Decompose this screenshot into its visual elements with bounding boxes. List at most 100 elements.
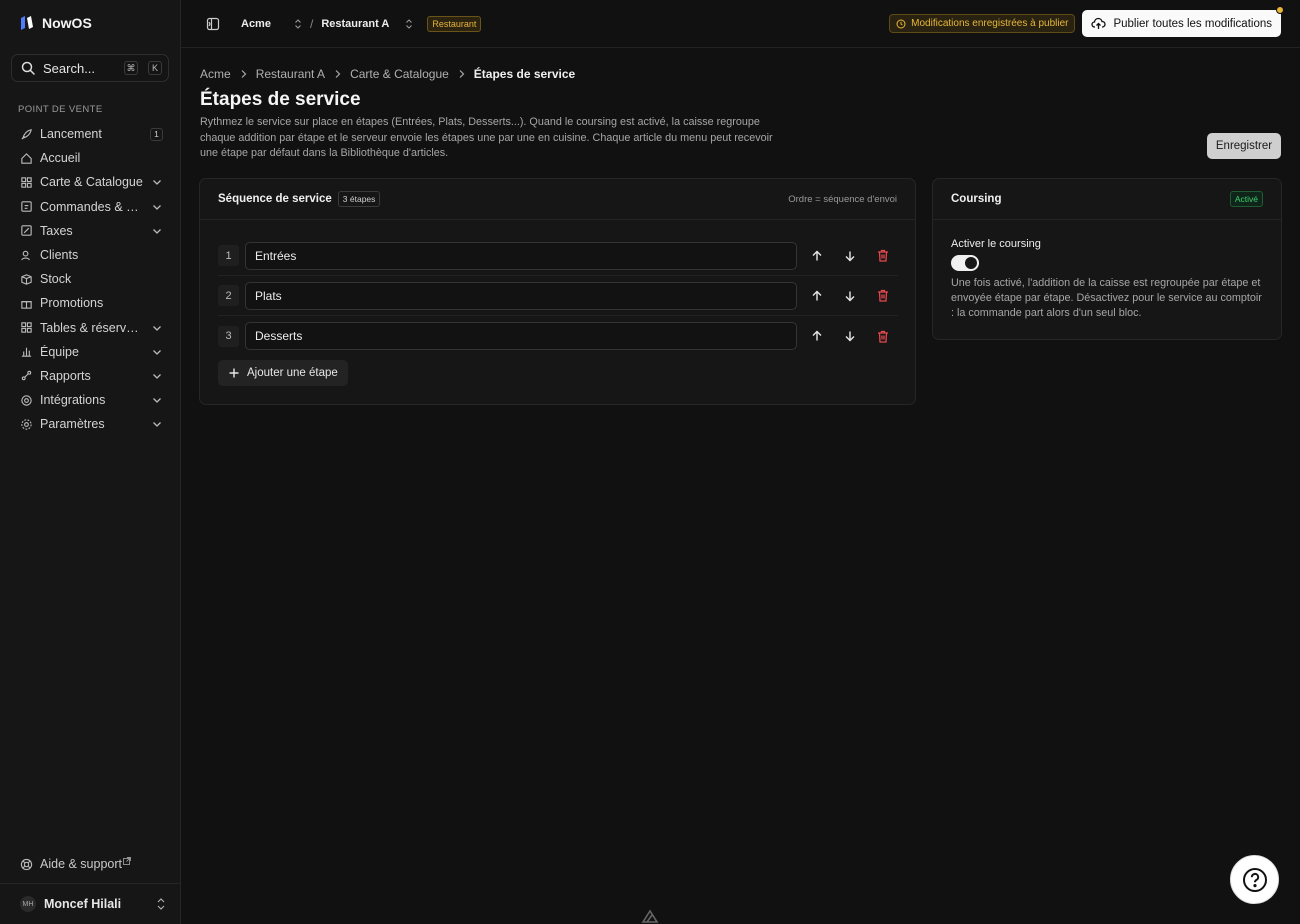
help-support-link[interactable]: Aide & support [20, 857, 131, 871]
stage-number: 1 [218, 245, 239, 266]
sidebar-item-promotions[interactable]: Promotions [13, 291, 169, 315]
sidebar-item-equipe[interactable]: Équipe [13, 340, 169, 364]
user-menu[interactable]: MH Moncef Hilali [0, 883, 180, 924]
stage-number: 2 [218, 285, 239, 306]
arrow-up-icon [811, 290, 823, 302]
location-switcher[interactable]: Restaurant A [321, 18, 413, 30]
breadcrumb-separator: / [309, 16, 314, 31]
unpublished-indicator [1276, 6, 1284, 14]
shortcut-mod-key: ⌘ [124, 61, 138, 75]
avatar: MH [20, 896, 36, 912]
table-grid-icon [20, 321, 33, 334]
delete-stage-button[interactable] [873, 246, 893, 266]
stage-name-input[interactable] [245, 241, 797, 270]
chevron-down-icon [151, 346, 163, 358]
breadcrumb-item[interactable]: Restaurant A [256, 67, 325, 81]
card-title: Séquence de service [218, 193, 332, 205]
sidebar-item-label: Carte & Catalogue [40, 175, 143, 190]
sidebar-item-tables[interactable]: Tables & réservati... [13, 316, 169, 340]
shortcut-k-key: K [148, 61, 162, 75]
chart-icon [20, 345, 33, 358]
arrow-down-icon [844, 250, 856, 262]
sidebar-item-rapports[interactable]: Rapports [13, 364, 169, 388]
sidebar-item-parametres[interactable]: Paramètres [13, 412, 169, 436]
nowos-logo-icon [20, 15, 34, 31]
sidebar-item-label: Accueil [40, 151, 81, 166]
publish-all-button[interactable]: Publier toutes les modifications [1082, 6, 1284, 37]
sidebar-item-clients[interactable]: Clients [13, 243, 169, 267]
service-sequence-card: Séquence de service 3 étapes Ordre = séq… [199, 178, 916, 405]
publish-label: Publier toutes les modifications [1113, 17, 1272, 30]
sidebar-item-label: Stock [40, 272, 72, 287]
users-icon [20, 249, 33, 262]
breadcrumb-current: Étapes de service [473, 67, 576, 81]
move-up-button[interactable] [807, 326, 827, 346]
move-down-button[interactable] [840, 326, 860, 346]
delete-stage-button[interactable] [873, 286, 893, 306]
user-name: Moncef Hilali [44, 897, 122, 911]
help-fab-button[interactable] [1230, 855, 1279, 904]
move-down-button[interactable] [840, 246, 860, 266]
notification-badge: 1 [150, 127, 163, 141]
coursing-toggle-label: Activer le coursing [951, 238, 1041, 250]
topbar: Acme / Restaurant A Restaurant Modificat… [181, 0, 1300, 48]
chevron-down-icon [151, 225, 163, 237]
order-note: Ordre = séquence d'envoi [788, 193, 897, 205]
percent-icon [20, 224, 33, 237]
chevron-right-icon [333, 69, 342, 79]
search-input[interactable]: Search... [43, 61, 114, 76]
sidebar-item-taxes[interactable]: Taxes [13, 219, 169, 243]
stage-list: 1 2 3 [218, 236, 898, 356]
rocket-icon [20, 128, 33, 141]
chevron-up-down-icon [156, 897, 166, 911]
move-up-button[interactable] [807, 286, 827, 306]
stage-number: 3 [218, 325, 239, 347]
arrow-down-icon [844, 290, 856, 302]
trash-icon [877, 289, 889, 302]
stage-row: 1 [218, 236, 898, 276]
app-name: NowOS [42, 15, 92, 31]
clock-icon [896, 19, 906, 29]
chevron-down-icon [151, 176, 163, 188]
sidebar-section-title: POINT DE VENTE [18, 104, 103, 115]
sidebar-item-lancement[interactable]: Lancement 1 [13, 122, 169, 146]
org-switcher[interactable]: Acme [241, 18, 302, 30]
question-mark-icon [1242, 867, 1268, 893]
sidebar-item-carte-catalogue[interactable]: Carte & Catalogue [13, 170, 169, 194]
gear-icon [20, 418, 33, 431]
toggle-knob [965, 257, 977, 269]
search-box[interactable]: Search... ⌘ K [11, 54, 169, 82]
card-header: Séquence de service 3 étapes Ordre = séq… [200, 179, 915, 220]
breadcrumb-item[interactable]: Carte & Catalogue [350, 67, 449, 81]
move-up-button[interactable] [807, 246, 827, 266]
location-type-badge: Restaurant [427, 15, 482, 32]
chevron-down-icon [151, 418, 163, 430]
receipt-icon [20, 200, 33, 213]
stage-count-badge: 3 étapes [337, 191, 381, 207]
pending-changes-badge: Modifications enregistrées à publier [889, 14, 1076, 33]
breadcrumb-item[interactable]: Acme [200, 67, 231, 81]
save-button[interactable]: Enregistrer [1207, 133, 1281, 159]
coursing-card: Coursing Activé Activer le coursing Une … [932, 178, 1282, 340]
move-down-button[interactable] [840, 286, 860, 306]
sidebar-item-integrations[interactable]: Intégrations [13, 388, 169, 412]
chevron-right-icon [239, 69, 248, 79]
chevron-up-down-icon [294, 18, 302, 30]
add-stage-button[interactable]: Ajouter une étape [218, 360, 348, 386]
sidebar-item-accueil[interactable]: Accueil [13, 146, 169, 170]
stage-name-input[interactable] [245, 281, 797, 310]
delete-stage-button[interactable] [873, 326, 893, 346]
add-stage-label: Ajouter une étape [247, 367, 338, 379]
trash-icon [877, 249, 889, 262]
brand[interactable]: NowOS [20, 15, 92, 31]
sidebar-item-stock[interactable]: Stock [13, 267, 169, 291]
page-description: Rythmez le service sur place en étapes (… [200, 116, 773, 159]
stage-name-input[interactable] [245, 322, 797, 350]
sidebar-item-commandes[interactable]: Commandes & pai... [13, 195, 169, 219]
coursing-toggle[interactable] [951, 255, 979, 271]
sidebar: NowOS Search... ⌘ K POINT DE VENTE Lance… [0, 0, 181, 924]
cloud-upload-icon [1091, 17, 1107, 30]
sidebar-toggle-icon[interactable] [206, 17, 220, 31]
sidebar-item-label: Taxes [40, 223, 73, 238]
chevron-down-icon [151, 370, 163, 382]
